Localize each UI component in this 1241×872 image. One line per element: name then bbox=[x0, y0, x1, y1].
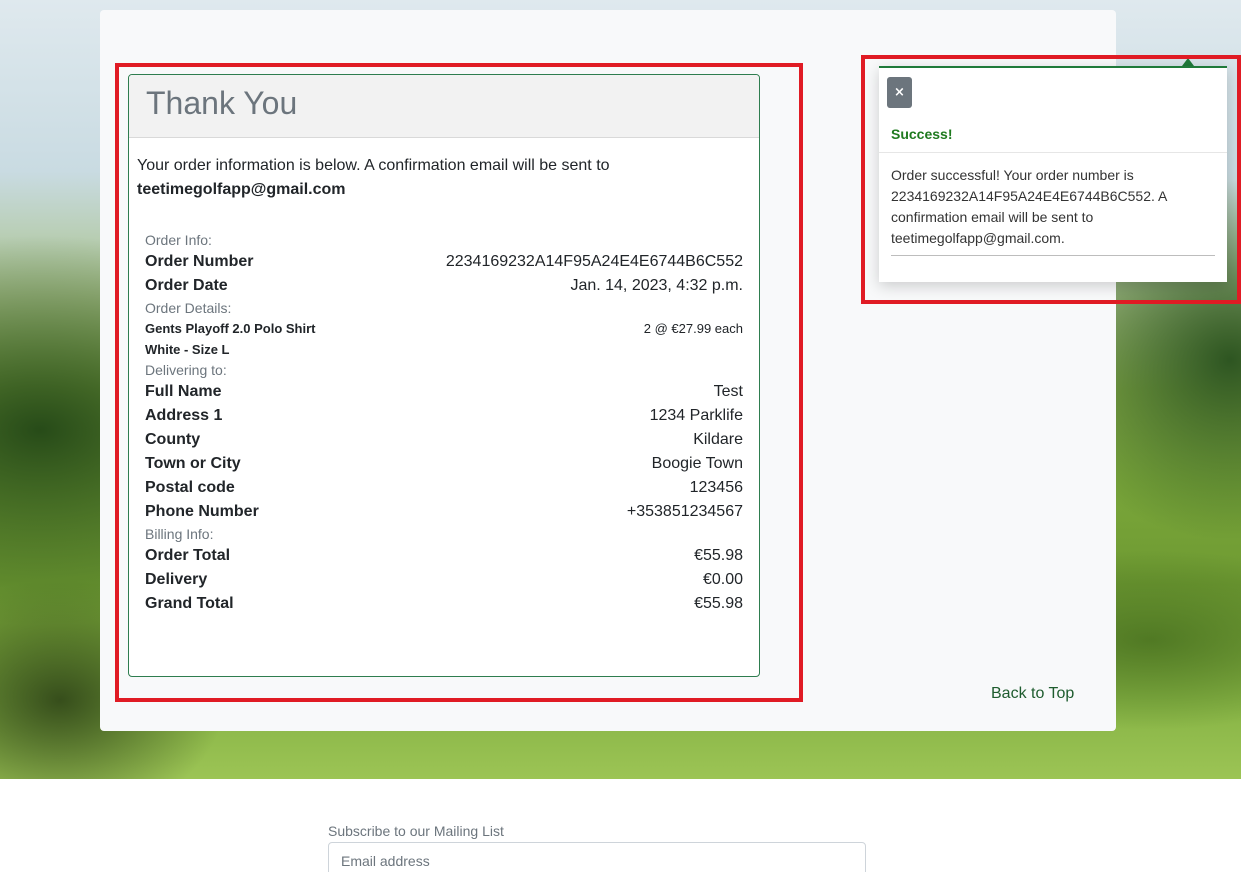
toast-arrow bbox=[1182, 58, 1194, 66]
billing-label: Billing Info: bbox=[145, 526, 214, 542]
delivery-row: Delivery €0.00 bbox=[145, 568, 743, 592]
order-date-value: Jan. 14, 2023, 4:32 p.m. bbox=[570, 277, 743, 294]
phone-row: Phone Number +353851234567 bbox=[145, 500, 743, 524]
address1-row: Address 1 1234 Parklife bbox=[145, 404, 743, 428]
delivery-value: €0.00 bbox=[702, 571, 743, 588]
product-name: Gents Playoff 2.0 Polo Shirt bbox=[145, 321, 316, 336]
postcode-value: 123456 bbox=[689, 479, 743, 496]
email-field[interactable] bbox=[328, 842, 866, 872]
full-name-row: Full Name Test bbox=[145, 380, 743, 404]
line-item: Gents Playoff 2.0 Polo Shirt White - Siz… bbox=[145, 318, 743, 360]
delivering-label: Delivering to: bbox=[145, 362, 227, 378]
grand-total-label: Grand Total bbox=[145, 595, 234, 612]
grand-total-value: €55.98 bbox=[694, 595, 743, 612]
order-date-row: Order Date Jan. 14, 2023, 4:32 p.m. bbox=[145, 274, 743, 298]
county-row: County Kildare bbox=[145, 428, 743, 452]
town-row: Town or City Boogie Town bbox=[145, 452, 743, 476]
page-title: Thank You bbox=[146, 85, 298, 121]
toast-underline bbox=[891, 255, 1215, 256]
address1-label: Address 1 bbox=[145, 407, 223, 424]
confirmation-email: teetimegolfapp@gmail.com bbox=[137, 181, 346, 198]
order-confirmation-card: Thank You Your order information is belo… bbox=[128, 74, 760, 677]
order-number-label: Order Number bbox=[145, 253, 254, 270]
order-info-label: Order Info: bbox=[145, 232, 212, 248]
order-card-header: Thank You bbox=[129, 75, 759, 138]
order-card-body: Your order information is below. A confi… bbox=[129, 138, 759, 616]
success-toast: × Success! Order successful! Your order … bbox=[879, 66, 1227, 282]
back-to-top-link[interactable]: Back to Top bbox=[991, 685, 1074, 703]
town-value: Boogie Town bbox=[651, 455, 743, 472]
order-total-value: €55.98 bbox=[694, 547, 743, 564]
toast-title: Success! bbox=[891, 126, 953, 142]
address1-value: 1234 Parklife bbox=[649, 407, 743, 424]
full-name-value: Test bbox=[713, 383, 743, 400]
county-label: County bbox=[145, 431, 201, 448]
full-name-label: Full Name bbox=[145, 383, 222, 400]
close-button[interactable]: × bbox=[887, 77, 912, 108]
phone-value: +353851234567 bbox=[626, 503, 743, 520]
postcode-row: Postal code 123456 bbox=[145, 476, 743, 500]
postcode-label: Postal code bbox=[145, 479, 235, 496]
order-date-label: Order Date bbox=[145, 277, 228, 294]
toast-divider bbox=[879, 152, 1227, 153]
order-total-row: Order Total €55.98 bbox=[145, 544, 743, 568]
toast-message: Order successful! Your order number is 2… bbox=[891, 167, 1167, 246]
order-details: Order Info: Order Number 2234169232A14F9… bbox=[137, 230, 751, 616]
product-variant: White - Size L bbox=[145, 342, 230, 357]
line-item-info: Gents Playoff 2.0 Polo Shirt White - Siz… bbox=[145, 318, 315, 360]
order-details-label: Order Details: bbox=[145, 300, 232, 316]
mailing-list-label: Subscribe to our Mailing List bbox=[328, 823, 504, 839]
phone-label: Phone Number bbox=[145, 503, 259, 520]
order-intro: Your order information is below. A confi… bbox=[137, 154, 751, 202]
intro-text: Your order information is below. A confi… bbox=[137, 157, 610, 174]
county-value: Kildare bbox=[693, 431, 743, 448]
order-number-row: Order Number 2234169232A14F95A24E4E6744B… bbox=[145, 250, 743, 274]
town-label: Town or City bbox=[145, 455, 241, 472]
delivery-label: Delivery bbox=[145, 571, 208, 588]
order-number-value: 2234169232A14F95A24E4E6744B6C552 bbox=[445, 253, 743, 270]
order-total-label: Order Total bbox=[145, 547, 231, 564]
product-qty-price: 2 @ €27.99 each bbox=[643, 321, 743, 336]
grand-total-row: Grand Total €55.98 bbox=[145, 592, 743, 616]
